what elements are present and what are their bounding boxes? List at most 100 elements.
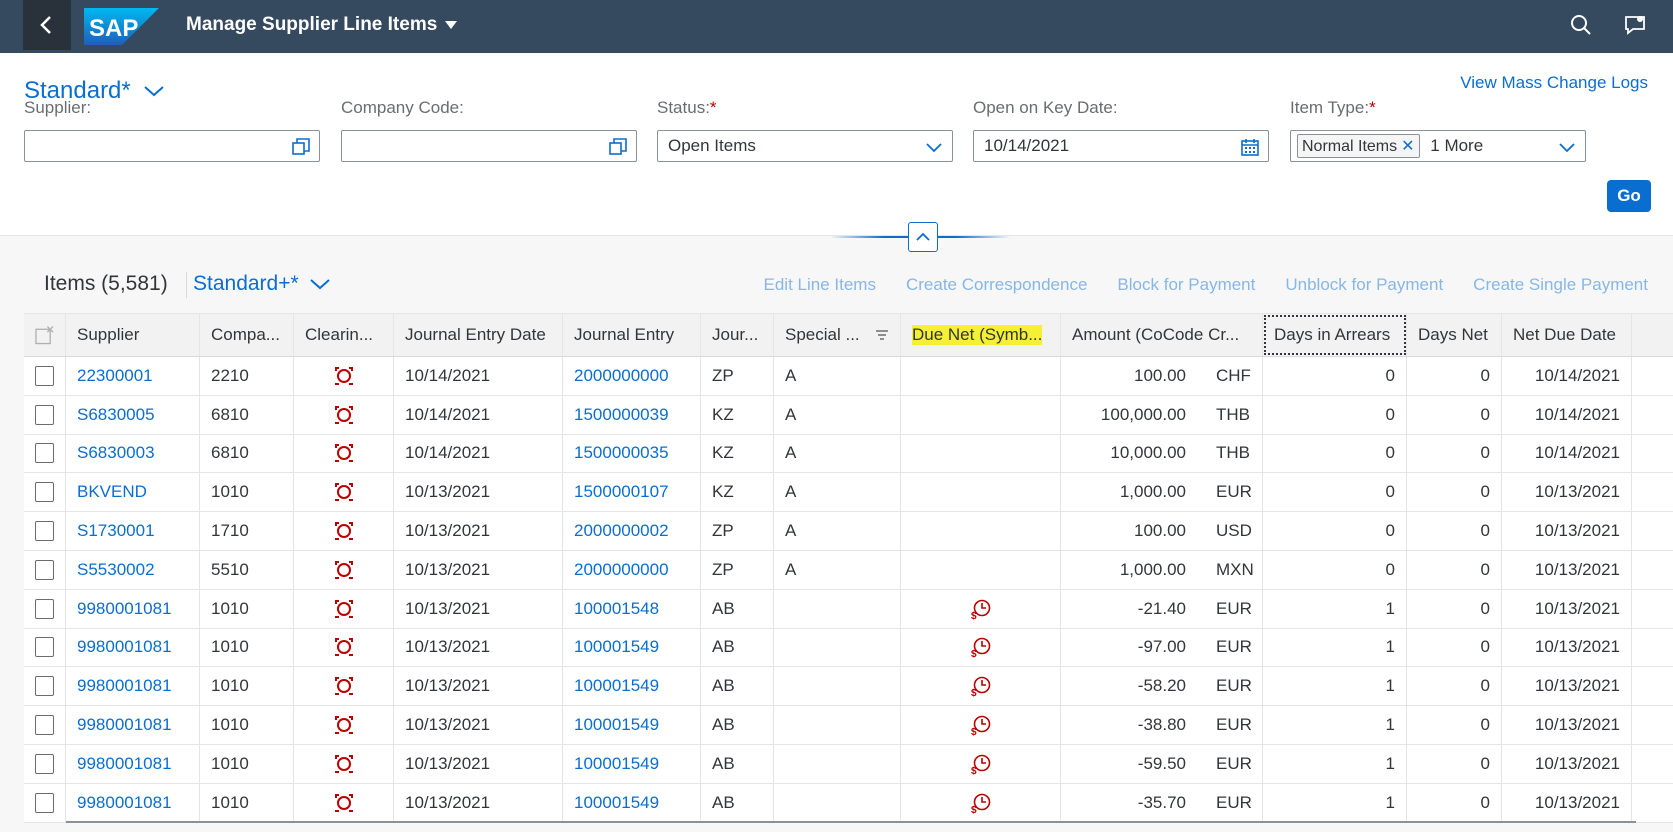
supplier-link[interactable]: 9980001081 <box>77 599 172 619</box>
table-row[interactable]: S6830005 6810 10/14/2021 1500000039 KZ A… <box>24 395 1673 435</box>
table-row[interactable]: BKVEND 1010 10/13/2021 1500000107 KZ A $… <box>24 473 1673 513</box>
chevron-down-icon[interactable] <box>924 137 944 157</box>
create-single-payment-button[interactable]: Create Single Payment <box>1473 275 1648 295</box>
row-select-cell[interactable] <box>24 744 66 783</box>
row-checkbox[interactable] <box>35 637 54 658</box>
column-header-days-in-arrears[interactable]: Days in Arrears <box>1263 314 1407 356</box>
feedback-icon[interactable] <box>1624 14 1648 38</box>
row-checkbox[interactable] <box>35 715 54 736</box>
column-header-journal-entry-type[interactable]: Jour... <box>701 314 774 356</box>
journal-entry-link[interactable]: 2000000000 <box>574 560 669 580</box>
status-select[interactable]: Open Items <box>657 130 953 162</box>
supplier-link[interactable]: S1730001 <box>77 521 155 541</box>
row-checkbox[interactable] <box>35 443 54 464</box>
row-checkbox[interactable] <box>35 559 54 580</box>
row-checkbox[interactable] <box>35 598 54 619</box>
row-select-cell[interactable] <box>24 783 66 822</box>
more-tokens-label[interactable]: 1 More <box>1430 136 1483 155</box>
row-select-cell[interactable] <box>24 706 66 744</box>
supplier-link[interactable]: 9980001081 <box>77 637 172 657</box>
row-select-cell[interactable] <box>24 589 66 628</box>
row-select-cell[interactable] <box>24 395 66 434</box>
table-header-row: Supplier Compa... Clearin... Journal Ent… <box>24 314 1673 357</box>
view-mass-change-logs-link[interactable]: View Mass Change Logs <box>1460 73 1648 93</box>
row-select-cell[interactable] <box>24 357 66 395</box>
unblock-for-payment-button[interactable]: Unblock for Payment <box>1285 275 1443 295</box>
table-row[interactable]: 9980001081 1010 10/13/2021 100001549 AB … <box>24 667 1673 707</box>
table-row[interactable]: 9980001081 1010 10/13/2021 100001549 AB … <box>24 744 1673 784</box>
calendar-icon[interactable] <box>1240 137 1260 157</box>
column-header-journal-entry[interactable]: Journal Entry <box>563 314 701 356</box>
row-checkbox[interactable] <box>35 676 54 697</box>
journal-entry-link[interactable]: 100001549 <box>574 637 659 657</box>
row-select-cell[interactable] <box>24 512 66 550</box>
value-help-icon[interactable] <box>608 137 628 157</box>
table-row[interactable]: 9980001081 1010 10/13/2021 100001548 AB … <box>24 589 1673 629</box>
row-checkbox[interactable] <box>35 482 54 503</box>
journal-entry-link[interactable]: 2000000000 <box>574 366 669 386</box>
journal-entry-link[interactable]: 1500000039 <box>574 405 669 425</box>
edit-line-items-button[interactable]: Edit Line Items <box>764 275 876 295</box>
column-header-amount[interactable]: Amount (CoCode Cr... <box>1061 314 1263 356</box>
value-help-icon[interactable] <box>291 137 311 157</box>
row-select-cell[interactable] <box>24 550 66 589</box>
row-checkbox[interactable] <box>35 521 54 542</box>
supplier-link[interactable]: 22300001 <box>77 366 153 386</box>
row-checkbox[interactable] <box>35 753 54 774</box>
journal-entry-link[interactable]: 2000000002 <box>574 521 669 541</box>
journal-entry-link[interactable]: 1500000107 <box>574 482 669 502</box>
normal-items-token[interactable]: Normal Items ✕ <box>1297 134 1420 158</box>
table-row[interactable]: S1730001 1710 10/13/2021 2000000002 ZP A… <box>24 512 1673 551</box>
supplier-link[interactable]: 9980001081 <box>77 715 172 735</box>
row-checkbox[interactable] <box>35 404 54 425</box>
item-type-multicombo[interactable]: Normal Items ✕ 1 More <box>1290 130 1586 162</box>
supplier-link[interactable]: S6830005 <box>77 405 155 425</box>
column-header-days-net[interactable]: Days Net <box>1407 314 1502 356</box>
journal-entry-link[interactable]: 100001549 <box>574 676 659 696</box>
block-for-payment-button[interactable]: Block for Payment <box>1117 275 1255 295</box>
row-select-cell[interactable] <box>24 667 66 706</box>
column-header-company-code[interactable]: Compa... <box>200 314 294 356</box>
chevron-down-icon[interactable] <box>1557 137 1577 157</box>
key-date-input[interactable]: 10/14/2021 <box>973 130 1269 162</box>
app-title-menu[interactable]: Manage Supplier Line Items <box>186 14 458 36</box>
create-correspondence-button[interactable]: Create Correspondence <box>906 275 1087 295</box>
row-checkbox[interactable] <box>35 792 54 813</box>
search-icon[interactable] <box>1570 14 1594 38</box>
go-button[interactable]: Go <box>1607 180 1651 212</box>
column-header-journal-entry-date[interactable]: Journal Entry Date <box>394 314 563 356</box>
table-row[interactable]: 9980001081 1010 10/13/2021 100001549 AB … <box>24 783 1673 823</box>
remove-token-icon[interactable]: ✕ <box>1401 138 1414 155</box>
company-code-input[interactable] <box>341 130 637 162</box>
table-row[interactable]: 22300001 2210 10/14/2021 2000000000 ZP A… <box>24 357 1673 396</box>
supplier-link[interactable]: 9980001081 <box>77 676 172 696</box>
column-header-special-gl[interactable]: Special ... <box>774 314 901 356</box>
journal-entry-link[interactable]: 100001549 <box>574 715 659 735</box>
row-checkbox[interactable] <box>35 365 54 386</box>
row-select-cell[interactable] <box>24 473 66 512</box>
column-header-due-net[interactable]: Due Net (Symb... <box>901 314 1061 356</box>
supplier-input[interactable] <box>24 130 320 162</box>
table-row[interactable]: 9980001081 1010 10/13/2021 100001549 AB … <box>24 628 1673 668</box>
column-header-clearing-status[interactable]: Clearin... <box>294 314 394 356</box>
supplier-link[interactable]: S5530002 <box>77 560 155 580</box>
select-all-checkbox[interactable] <box>24 314 66 356</box>
journal-entry-link[interactable]: 100001549 <box>574 754 659 774</box>
supplier-link[interactable]: S6830003 <box>77 443 155 463</box>
table-row[interactable]: 9980001081 1010 10/13/2021 100001549 AB … <box>24 706 1673 745</box>
column-header-net-due-date[interactable]: Net Due Date <box>1502 314 1632 356</box>
column-header-supplier[interactable]: Supplier <box>66 314 200 356</box>
table-row[interactable]: S5530002 5510 10/13/2021 2000000000 ZP A… <box>24 550 1673 590</box>
journal-entry-link[interactable]: 100001548 <box>574 599 659 619</box>
table-variant-selector[interactable]: Standard+* <box>193 272 331 296</box>
journal-entry-link[interactable]: 100001549 <box>574 793 659 813</box>
supplier-link[interactable]: 9980001081 <box>77 793 172 813</box>
supplier-link[interactable]: 9980001081 <box>77 754 172 774</box>
collapse-header-button[interactable] <box>908 222 938 252</box>
row-select-cell[interactable] <box>24 434 66 473</box>
supplier-link[interactable]: BKVEND <box>77 482 147 502</box>
row-select-cell[interactable] <box>24 628 66 667</box>
back-button[interactable] <box>23 0 71 50</box>
table-row[interactable]: S6830003 6810 10/14/2021 1500000035 KZ A… <box>24 434 1673 474</box>
journal-entry-link[interactable]: 1500000035 <box>574 443 669 463</box>
